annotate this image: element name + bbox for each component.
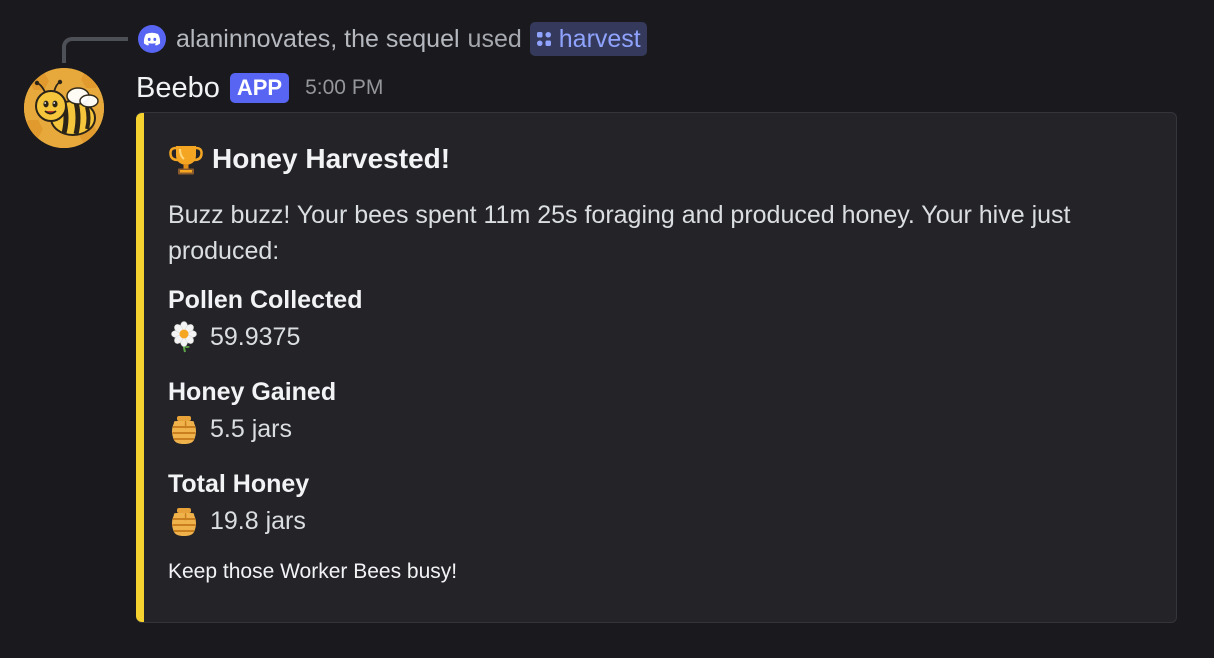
discord-message-view: alaninnovates, the sequel used harvest B… bbox=[0, 0, 1214, 658]
field-value-text: 59.9375 bbox=[210, 322, 301, 351]
bee-avatar-icon[interactable] bbox=[24, 68, 104, 148]
embed-title-text: Honey Harvested! bbox=[212, 143, 451, 174]
field-name: Total Honey bbox=[168, 470, 310, 498]
harvest-embed: Honey Harvested! Buzz buzz! Your bees sp… bbox=[136, 112, 1177, 623]
daisy-flower-icon bbox=[168, 321, 200, 353]
embed-title: Honey Harvested! bbox=[168, 141, 450, 177]
honey-pot-icon bbox=[168, 413, 200, 445]
field-honey-gained: Honey Gained 5.5 jars bbox=[168, 375, 336, 449]
honey-pot-icon bbox=[168, 505, 200, 537]
field-name: Honey Gained bbox=[168, 378, 337, 406]
embed-footer: Keep those Worker Bees busy! bbox=[168, 560, 458, 583]
field-name: Pollen Collected bbox=[168, 286, 363, 314]
slash-command-icon bbox=[535, 30, 553, 48]
message-header: Beebo APP 5:00 PM bbox=[136, 68, 383, 108]
field-pollen-collected: Pollen Collected 59.9375 bbox=[168, 283, 362, 357]
field-total-honey: Total Honey 19.8 jars bbox=[168, 467, 309, 541]
command-reply-header[interactable]: alaninnovates, the sequel used harvest bbox=[138, 22, 647, 56]
reply-connector-line bbox=[62, 37, 128, 63]
command-mention[interactable]: harvest bbox=[529, 22, 647, 56]
field-value-text: 19.8 jars bbox=[210, 506, 306, 535]
reply-verb: used bbox=[467, 24, 522, 53]
field-value: 59.9375 bbox=[168, 317, 362, 357]
message-timestamp[interactable]: 5:00 PM bbox=[305, 76, 383, 100]
embed-description: Buzz buzz! Your bees spent 11m 25s forag… bbox=[168, 201, 1071, 265]
reply-username[interactable]: alaninnovates, the sequel bbox=[176, 25, 460, 54]
command-name: harvest bbox=[558, 24, 641, 53]
author-name[interactable]: Beebo bbox=[136, 72, 220, 105]
field-value: 19.8 jars bbox=[168, 501, 309, 541]
embed-accent-bar bbox=[136, 113, 144, 622]
trophy-icon bbox=[168, 141, 204, 177]
app-tag-badge: APP bbox=[229, 73, 290, 103]
field-value-text: 5.5 jars bbox=[210, 414, 292, 443]
discord-logo-icon bbox=[138, 25, 166, 53]
field-value: 5.5 jars bbox=[168, 409, 336, 449]
